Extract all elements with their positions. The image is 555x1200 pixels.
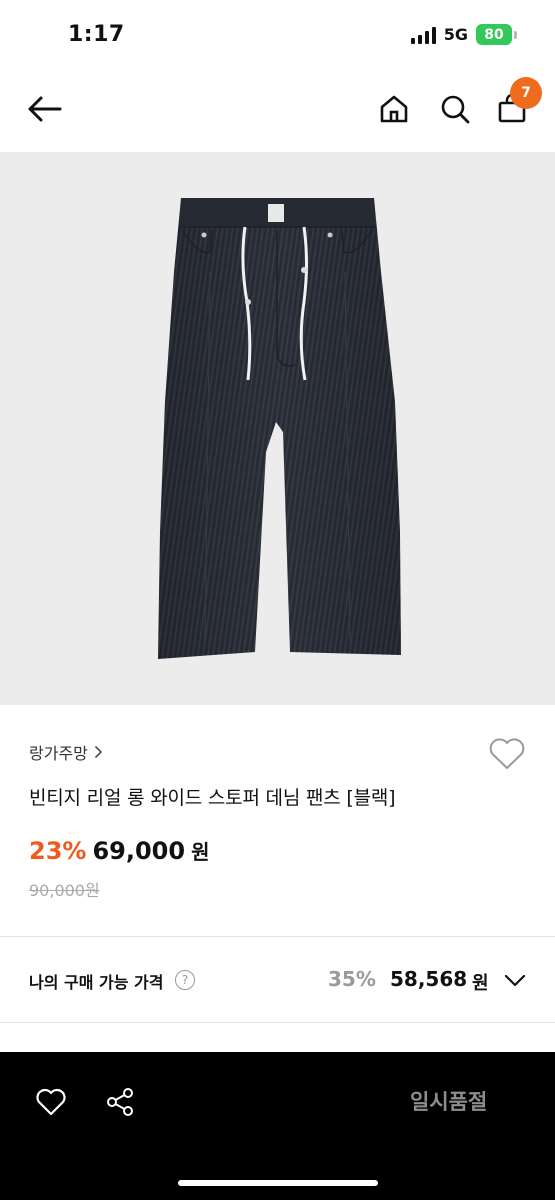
- share-icon: [107, 1088, 133, 1116]
- help-icon[interactable]: ?: [175, 970, 195, 990]
- search-button[interactable]: [433, 87, 477, 131]
- bottom-wishlist-button[interactable]: [31, 1082, 71, 1122]
- product-title: 빈티지 리얼 롱 와이드 스토퍼 데님 팬츠 [블랙]: [29, 787, 396, 809]
- denim-pants-image: [158, 198, 401, 659]
- status-time: 1:17: [68, 22, 125, 47]
- status-bar: 1:17 5G 80: [0, 0, 555, 70]
- discount-rate: 23%: [29, 837, 87, 865]
- bottom-action-bar: 일시품절: [0, 1052, 555, 1200]
- heart-icon: [36, 1088, 66, 1116]
- divider: [0, 1022, 555, 1023]
- heart-icon: [489, 738, 525, 769]
- share-button[interactable]: [100, 1082, 140, 1122]
- battery-icon: 80: [476, 24, 517, 45]
- my-price-label: 나의 구매 가능 가격: [29, 973, 164, 992]
- network-type: 5G: [443, 25, 468, 44]
- chevron-down-icon[interactable]: [502, 967, 528, 993]
- chevron-right-icon: [94, 746, 102, 758]
- product-image[interactable]: [0, 152, 555, 705]
- signal-icon: [410, 26, 436, 44]
- my-price-row[interactable]: 나의 구매 가능 가격 ? 35% 58,568 원: [0, 937, 555, 1023]
- brand-link[interactable]: 랑가주망: [29, 740, 104, 764]
- soldout-button[interactable]: 일시품절: [410, 1086, 487, 1116]
- original-price: 90,000원: [29, 881, 100, 900]
- home-indicator: [178, 1180, 378, 1186]
- my-price-value: 58,568: [390, 967, 468, 991]
- home-icon: [380, 95, 408, 123]
- brand-name: 랑가주망: [29, 744, 88, 763]
- search-icon: [441, 95, 470, 124]
- back-button[interactable]: [22, 87, 66, 131]
- cart-count-badge: 7: [510, 77, 542, 109]
- home-button[interactable]: [372, 87, 416, 131]
- wishlist-button[interactable]: [486, 733, 528, 775]
- price-row: 23% 69,000 원: [29, 836, 209, 865]
- nav-bar: 7: [0, 70, 555, 152]
- price-unit: 원: [191, 840, 210, 864]
- my-price-unit: 원: [472, 973, 489, 994]
- status-indicators: 5G 80: [410, 24, 517, 45]
- back-arrow-icon: [28, 96, 62, 122]
- my-discount-rate: 35%: [328, 967, 376, 991]
- sale-price: 69,000: [92, 837, 186, 865]
- battery-level: 80: [476, 24, 512, 45]
